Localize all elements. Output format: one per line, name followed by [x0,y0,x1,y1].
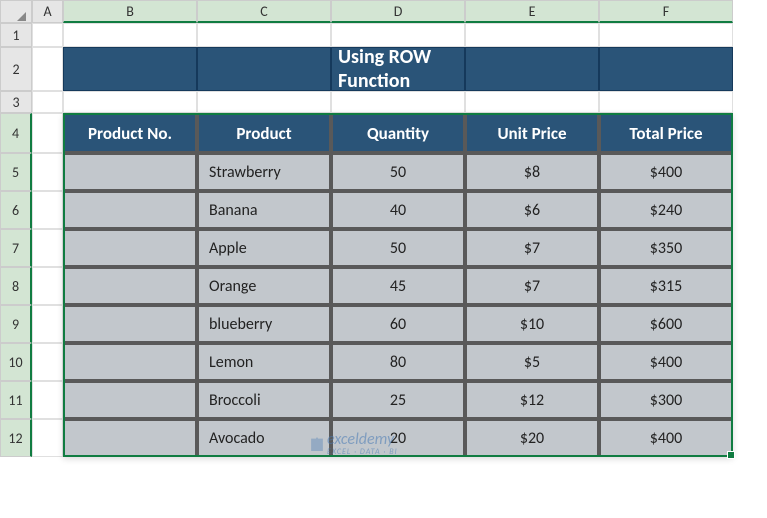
cell-quantity-12[interactable]: 20 [331,419,465,457]
cell-product-10[interactable]: Lemon [197,343,331,381]
cell-F1[interactable] [599,23,733,47]
cell-total-price-7[interactable]: $350 [599,229,733,267]
header-product-no[interactable]: Product No. [63,113,197,153]
col-header-E[interactable]: E [465,0,599,23]
cell-quantity-7[interactable]: 50 [331,229,465,267]
row-header-1[interactable]: 1 [0,23,32,47]
cell-A3[interactable] [32,91,63,113]
row-header-4[interactable]: 4 [0,113,32,153]
row-header-5[interactable]: 5 [0,153,32,191]
cell-total-price-11[interactable]: $300 [599,381,733,419]
cell-unit-price-5[interactable]: $8 [465,153,599,191]
cell-total-price-10[interactable]: $400 [599,343,733,381]
cell-quantity-10[interactable]: 80 [331,343,465,381]
select-all-corner[interactable] [0,0,32,23]
cell-product-5[interactable]: Strawberry [197,153,331,191]
cell-unit-price-6[interactable]: $6 [465,191,599,229]
header-unit-price[interactable]: Unit Price [465,113,599,153]
cell-D3[interactable] [331,91,465,113]
cell-unit-price-8[interactable]: $7 [465,267,599,305]
col-header-C[interactable]: C [197,0,331,23]
cell-F3[interactable] [599,91,733,113]
cell-unit-price-11[interactable]: $12 [465,381,599,419]
col-header-D[interactable]: D [331,0,465,23]
cell-product-11[interactable]: Broccoli [197,381,331,419]
cell-B1[interactable] [63,23,197,47]
header-total-price[interactable]: Total Price [599,113,733,153]
cell-F2[interactable] [599,47,733,91]
cell-quantity-11[interactable]: 25 [331,381,465,419]
cell-product-no-12[interactable] [63,419,197,457]
cell-A4[interactable] [32,113,63,153]
cell-C3[interactable] [197,91,331,113]
cell-product-9[interactable]: blueberry [197,305,331,343]
cell-product-no-6[interactable] [63,191,197,229]
cell-product-12[interactable]: Avocado [197,419,331,457]
cell-product-no-8[interactable] [63,267,197,305]
cell-A12[interactable] [32,419,63,457]
row-header-11[interactable]: 11 [0,381,32,419]
cell-product-no-10[interactable] [63,343,197,381]
cell-total-price-8[interactable]: $315 [599,267,733,305]
row-header-6[interactable]: 6 [0,191,32,229]
cell-D1[interactable] [331,23,465,47]
cell-product-no-5[interactable] [63,153,197,191]
cell-A5[interactable] [32,153,63,191]
cell-total-price-6[interactable]: $240 [599,191,733,229]
cell-A2[interactable] [32,47,63,91]
row-header-7[interactable]: 7 [0,229,32,267]
header-quantity[interactable]: Quantity [331,113,465,153]
cell-product-7[interactable]: Apple [197,229,331,267]
cell-product-no-9[interactable] [63,305,197,343]
row-header-9[interactable]: 9 [0,305,32,343]
cell-E1[interactable] [465,23,599,47]
col-header-F[interactable]: F [599,0,733,23]
header-product[interactable]: Product [197,113,331,153]
cell-total-price-5[interactable]: $400 [599,153,733,191]
row-header-10[interactable]: 10 [0,343,32,381]
row-header-8[interactable]: 8 [0,267,32,305]
title-cell[interactable]: Using ROW Function [331,47,465,91]
cell-A11[interactable] [32,381,63,419]
cell-quantity-8[interactable]: 45 [331,267,465,305]
cell-unit-price-7[interactable]: $7 [465,229,599,267]
cell-total-price-9[interactable]: $600 [599,305,733,343]
cell-C2[interactable] [197,47,331,91]
cell-total-price-12[interactable]: $400 [599,419,733,457]
spreadsheet-grid: A B C D E F 1 2 Using ROW Function 3 4 P… [0,0,767,457]
row-header-2[interactable]: 2 [0,47,32,91]
cell-product-no-7[interactable] [63,229,197,267]
cell-E3[interactable] [465,91,599,113]
cell-product-no-11[interactable] [63,381,197,419]
cell-A1[interactable] [32,23,63,47]
cell-quantity-5[interactable]: 50 [331,153,465,191]
cell-product-6[interactable]: Banana [197,191,331,229]
row-header-12[interactable]: 12 [0,419,32,457]
cell-C1[interactable] [197,23,331,47]
cell-B2[interactable] [63,47,197,91]
cell-product-8[interactable]: Orange [197,267,331,305]
cell-A6[interactable] [32,191,63,229]
cell-A7[interactable] [32,229,63,267]
cell-A9[interactable] [32,305,63,343]
cell-A8[interactable] [32,267,63,305]
cell-A10[interactable] [32,343,63,381]
col-header-B[interactable]: B [63,0,197,23]
col-header-A[interactable]: A [32,0,63,23]
cell-unit-price-10[interactable]: $5 [465,343,599,381]
cell-quantity-6[interactable]: 40 [331,191,465,229]
cell-unit-price-9[interactable]: $10 [465,305,599,343]
cell-B3[interactable] [63,91,197,113]
row-header-3[interactable]: 3 [0,91,32,113]
cell-unit-price-12[interactable]: $20 [465,419,599,457]
cell-E2[interactable] [465,47,599,91]
cell-quantity-9[interactable]: 60 [331,305,465,343]
